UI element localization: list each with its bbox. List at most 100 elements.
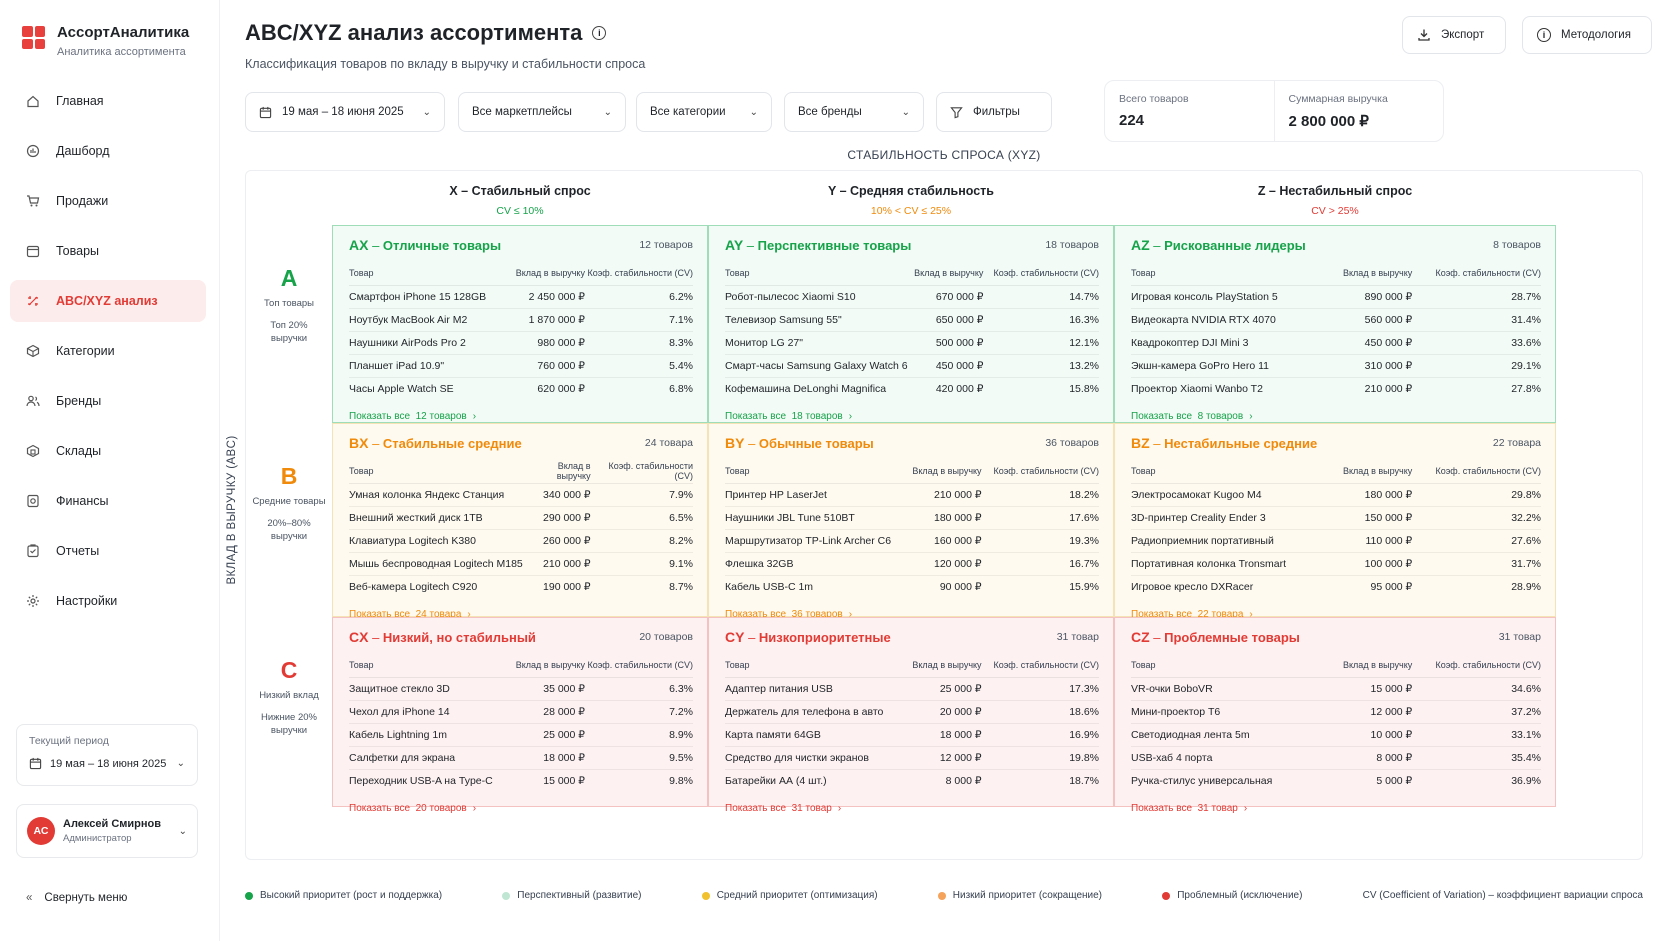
show-all-link[interactable]: Показать все 31 товар ›: [725, 803, 841, 814]
sidebar-item-10[interactable]: Настройки: [10, 580, 206, 622]
product-cv: 15.9%: [1069, 580, 1099, 593]
sidebar-item-9[interactable]: Отчеты: [10, 530, 206, 572]
table-row[interactable]: Кофемашина DeLonghi Magnifica 420 000 ₽ …: [725, 377, 1099, 400]
table-row[interactable]: Батарейки АА (4 шт.) 8 000 ₽ 18.7%: [725, 769, 1099, 792]
table-row[interactable]: Мышь беспроводная Logitech M185 210 000 …: [349, 552, 693, 576]
methodology-button[interactable]: i Методология: [1522, 16, 1652, 54]
table-row[interactable]: Видеокарта NVIDIA RTX 4070 560 000 ₽ 31.…: [1131, 308, 1541, 332]
table-row[interactable]: Радиоприемник портативный 110 000 ₽ 27.6…: [1131, 529, 1541, 553]
sidebar-item-1[interactable]: Дашборд: [10, 130, 206, 172]
table-row[interactable]: USB-хаб 4 порта 8 000 ₽ 35.4%: [1131, 746, 1541, 770]
table-row[interactable]: Флешка 32GB 120 000 ₽ 16.7%: [725, 552, 1099, 576]
table-row[interactable]: Веб-камера Logitech C920 190 000 ₽ 8.7%: [349, 575, 693, 598]
export-button[interactable]: Экспорт: [1402, 16, 1506, 54]
cell-title: AX – Отличные товары: [349, 237, 502, 253]
table-row[interactable]: Кабель Lightning 1m 25 000 ₽ 8.9%: [349, 723, 693, 747]
table-row[interactable]: 3D-принтер Creality Ender 3 150 000 ₽ 32…: [1131, 506, 1541, 530]
app-subtitle: Аналитика ассортимента: [57, 46, 186, 58]
sidebar-item-8[interactable]: Финансы: [10, 480, 206, 522]
table-row[interactable]: Ноутбук MacBook Air M2 1 870 000 ₽ 7.1%: [349, 308, 693, 332]
product-cv: 31.7%: [1412, 552, 1541, 576]
table-row[interactable]: Адаптер питания USB 25 000 ₽ 17.3%: [725, 677, 1099, 701]
table-row[interactable]: Смарт-часы Samsung Galaxy Watch 6 450 00…: [725, 354, 1099, 378]
table-row[interactable]: Планшет iPad 10.9" 760 000 ₽ 5.4%: [349, 354, 693, 378]
product-cv: 17.6%: [981, 506, 1099, 530]
table-row[interactable]: Монитор LG 27" 500 000 ₽ 12.1%: [725, 331, 1099, 355]
col-revenue: Вклад в выручку: [1327, 459, 1413, 484]
table-row[interactable]: Внешний жесткий диск 1TB 290 000 ₽ 6.5%: [349, 506, 693, 530]
table-row[interactable]: Маршрутизатор TP-Link Archer C6 160 000 …: [725, 529, 1099, 553]
sidebar-item-0[interactable]: Главная: [10, 80, 206, 122]
sidebar-item-7[interactable]: Склады: [10, 430, 206, 472]
table-row[interactable]: Экшн-камера GoPro Hero 11 310 000 ₽ 29.1…: [1131, 354, 1541, 378]
table-row[interactable]: Принтер HP LaserJet 210 000 ₽ 18.2%: [725, 483, 1099, 507]
table-row[interactable]: Держатель для телефона в авто 20 000 ₽ 1…: [725, 700, 1099, 724]
product-revenue: 310 000 ₽: [1327, 354, 1413, 378]
table-row[interactable]: Карта памяти 64GB 18 000 ₽ 16.9%: [725, 723, 1099, 747]
sidebar-item-4[interactable]: ABC/XYZ анализ: [10, 280, 206, 322]
sidebar-item-6[interactable]: Бренды: [10, 380, 206, 422]
product-cv: 15.8%: [1069, 382, 1099, 395]
table-row[interactable]: Смартфон iPhone 15 128GB 2 450 000 ₽ 6.2…: [349, 285, 693, 309]
date-range-select[interactable]: 19 мая – 18 июня 2025 ⌄: [245, 92, 445, 132]
show-all-label: Показать все 18 товаров: [725, 411, 843, 422]
table-row[interactable]: Клавиатура Logitech K380 260 000 ₽ 8.2%: [349, 529, 693, 553]
current-period[interactable]: Текущий период 19 мая – 18 июня 2025 ⌄: [16, 724, 198, 786]
table-row[interactable]: Игровое кресло DXRacer 95 000 ₽ 28.9%: [1131, 575, 1541, 598]
product-cv: 31.4%: [1412, 308, 1541, 332]
product-name: Карта памяти 64GB: [725, 723, 905, 747]
product-name: Маршрутизатор TP-Link Archer C6: [725, 529, 905, 553]
filters-button[interactable]: Фильтры: [936, 92, 1052, 132]
row-share: Нижние 20% выручки: [260, 712, 317, 737]
table-row[interactable]: Умная колонка Яндекс Станция 340 000 ₽ 7…: [349, 483, 693, 507]
table-row[interactable]: Мини-проектор T6 12 000 ₽ 37.2%: [1131, 700, 1541, 724]
sidebar-item-3[interactable]: Товары: [10, 230, 206, 272]
table-row[interactable]: Защитное стекло 3D 35 000 ₽ 6.3%: [349, 677, 693, 701]
legend-dot: [701, 891, 710, 900]
marketplace-select[interactable]: Все маркетплейсы ⌄: [458, 92, 626, 132]
table-row[interactable]: Квадрокоптер DJI Mini 3 450 000 ₽ 33.6%: [1131, 331, 1541, 355]
table-row[interactable]: Портативная колонка Tronsmart 100 000 ₽ …: [1131, 552, 1541, 576]
legend-item: Высокий приоритет (рост и поддержка): [245, 890, 442, 901]
cell-bx: BX – Стабильные средние 24 товара Товар …: [332, 423, 708, 620]
table-row[interactable]: Наушники AirPods Pro 2 980 000 ₽ 8.3%: [349, 331, 693, 355]
show-all-link[interactable]: Показать все 12 товаров ›: [349, 411, 476, 422]
finance-icon: [27, 494, 39, 508]
sidebar-item-5[interactable]: Категории: [10, 330, 206, 372]
product-cv: 18.7%: [1069, 774, 1099, 787]
user-menu[interactable]: АС Алексей Смирнов Администратор ⌄: [16, 804, 198, 858]
table-row[interactable]: Чехол для iPhone 14 28 000 ₽ 7.2%: [349, 700, 693, 724]
category-select[interactable]: Все категории ⌄: [636, 92, 772, 132]
table-row[interactable]: Ручка-стилус универсальная 5 000 ₽ 36.9%: [1131, 769, 1541, 792]
info-icon[interactable]: i: [592, 26, 607, 40]
collapse-menu-button[interactable]: « Свернуть меню: [26, 892, 127, 904]
cell-by: BY – Обычные товары 36 товаров Товар Вкл…: [708, 423, 1114, 620]
chevron-right-icon: ›: [472, 411, 477, 422]
table-row[interactable]: Часы Apple Watch SE 620 000 ₽ 6.8%: [349, 377, 693, 400]
show-all-link[interactable]: Показать все 20 товаров ›: [349, 803, 476, 814]
table-row[interactable]: Светодиодная лента 5m 10 000 ₽ 33.1%: [1131, 723, 1541, 747]
table-row[interactable]: Наушники JBL Tune 510BT 180 000 ₽ 17.6%: [725, 506, 1099, 530]
show-all-link[interactable]: Показать все 31 товар ›: [1131, 803, 1247, 814]
table-row[interactable]: Игровая консоль PlayStation 5 890 000 ₽ …: [1131, 285, 1541, 309]
sidebar-item-2[interactable]: Продажи: [10, 180, 206, 222]
brand-select[interactable]: Все бренды ⌄: [784, 92, 924, 132]
cell-code: AY: [725, 237, 744, 253]
product-cv: 32.2%: [1412, 506, 1541, 530]
show-all-link[interactable]: Показать все 8 товаров ›: [1131, 411, 1253, 422]
table-row[interactable]: Проектор Xiaomi Wanbo T2 210 000 ₽ 27.8%: [1131, 377, 1541, 400]
product-revenue: 1 870 000 ₽: [514, 308, 585, 332]
table-row[interactable]: Переходник USB-A на Type-C 15 000 ₽ 9.8%: [349, 769, 693, 792]
table-row[interactable]: Телевизор Samsung 55" 650 000 ₽ 16.3%: [725, 308, 1099, 332]
table-row[interactable]: VR-очки BoboVR 15 000 ₽ 34.6%: [1131, 677, 1541, 701]
product-revenue: 15 000 ₽: [1327, 677, 1413, 701]
table-row[interactable]: Электросамокат Kugoo M4 180 000 ₽ 29.8%: [1131, 483, 1541, 507]
brand[interactable]: АссортАналитика Аналитика ассортимента: [22, 24, 189, 58]
table-row[interactable]: Средство для чистки экранов 12 000 ₽ 19.…: [725, 746, 1099, 770]
calendar-icon: [29, 757, 42, 770]
table-row[interactable]: Кабель USB-C 1m 90 000 ₽ 15.9%: [725, 575, 1099, 598]
show-all-link[interactable]: Показать все 18 товаров ›: [725, 411, 852, 422]
cell-code: CZ: [1131, 629, 1150, 645]
table-row[interactable]: Салфетки для экрана 18 000 ₽ 9.5%: [349, 746, 693, 770]
table-row[interactable]: Робот-пылесос Xiaomi S10 670 000 ₽ 14.7%: [725, 285, 1099, 309]
